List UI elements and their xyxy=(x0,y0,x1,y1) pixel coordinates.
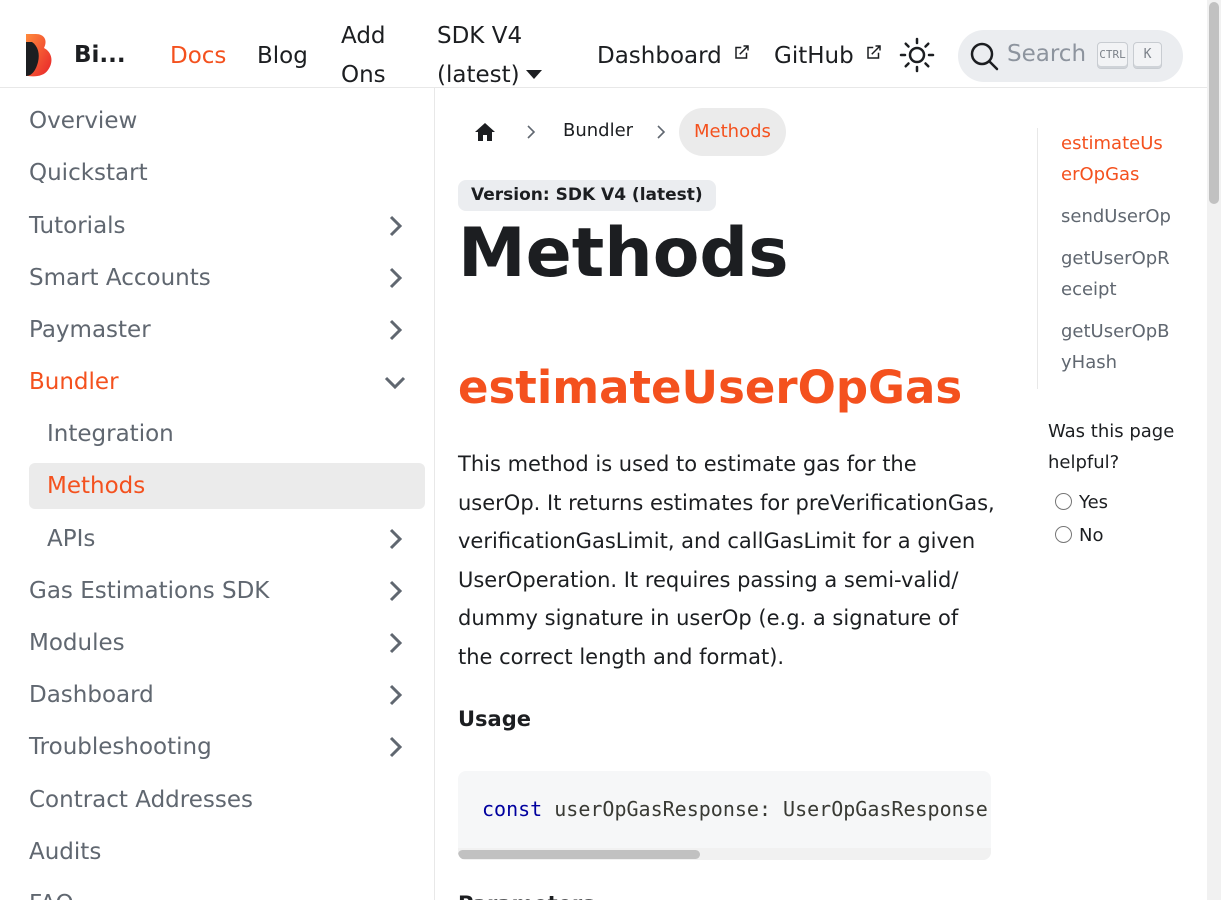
code-scrollbar[interactable] xyxy=(458,848,991,860)
sidebar-item-label: Audits xyxy=(29,839,102,865)
feedback-no-label: No xyxy=(1079,525,1104,546)
sidebar-item-label: Gas Estimations SDK xyxy=(29,578,270,604)
method-description: This method is used to estimate gas for … xyxy=(458,452,995,669)
toc-item-estimate-user-op-gas[interactable]: estimateUserOpGas xyxy=(1061,128,1171,190)
search-placeholder: Search xyxy=(1007,41,1087,67)
code-scrollbar-thumb[interactable] xyxy=(458,850,700,859)
sidebar-item-contract-addresses[interactable]: Contract Addresses xyxy=(29,777,425,823)
feedback-yes-label: Yes xyxy=(1079,492,1109,513)
code-keyword: const xyxy=(482,797,543,821)
caret-down-icon xyxy=(525,70,542,79)
chevron-right-icon[interactable] xyxy=(383,214,407,238)
ctrl-key: CTRL xyxy=(1097,42,1128,69)
sidebar-item-label: Tutorials xyxy=(29,213,126,239)
home-icon[interactable] xyxy=(474,122,496,142)
sidebar-item-paymaster[interactable]: Paymaster xyxy=(29,307,425,353)
chevron-right-icon xyxy=(527,125,536,139)
sidebar-item-label: Quickstart xyxy=(29,160,148,186)
chevron-down-icon[interactable] xyxy=(383,370,407,394)
sun-icon[interactable] xyxy=(899,37,935,73)
chevron-right-icon[interactable] xyxy=(383,527,407,551)
sidebar-item-audits[interactable]: Audits xyxy=(29,829,425,875)
nav-docs-link[interactable]: Docs xyxy=(170,37,226,76)
chevron-right-icon xyxy=(657,125,666,139)
sidebar-item-label: Overview xyxy=(29,108,138,134)
feedback-no-option[interactable]: No xyxy=(1055,525,1103,546)
k-key: K xyxy=(1133,42,1162,69)
chevron-right-icon[interactable] xyxy=(383,266,407,290)
sidebar-item-bundler[interactable]: Bundler xyxy=(29,359,425,405)
sidebar-item-modules[interactable]: Modules xyxy=(29,620,425,666)
breadcrumb-methods: Methods xyxy=(679,108,786,156)
nav-addons-link[interactable]: Add Ons xyxy=(341,17,386,95)
sidebar-item-label: Smart Accounts xyxy=(29,265,211,291)
sidebar-item-troubleshooting[interactable]: Troubleshooting xyxy=(29,724,425,770)
top-navbar: Bi... Docs Blog Add Ons SDK V4 (latest) … xyxy=(0,0,1207,88)
page-title: Methods xyxy=(458,214,789,293)
sidebar-item-label: Dashboard xyxy=(29,682,154,708)
radio-yes[interactable] xyxy=(1055,493,1072,510)
sidebar-item-smart-accounts[interactable]: Smart Accounts xyxy=(29,255,425,301)
brand-name[interactable]: Bi... xyxy=(74,42,126,68)
radio-no[interactable] xyxy=(1055,526,1072,543)
parameters-heading: Parameters xyxy=(458,892,595,900)
sidebar-item-quickstart[interactable]: Quickstart xyxy=(29,150,425,196)
biconomy-logo[interactable] xyxy=(22,32,54,78)
section-heading-estimate-user-op-gas[interactable]: estimateUserOpGas xyxy=(458,361,962,414)
sidebar-item-label: Methods xyxy=(47,473,146,499)
sidebar-item-label: Modules xyxy=(29,630,125,656)
external-link-icon xyxy=(735,45,749,59)
usage-heading: Usage xyxy=(458,707,531,731)
chevron-right-icon[interactable] xyxy=(383,318,407,342)
sidebar-item-integration[interactable]: Integration xyxy=(29,411,425,457)
code-line: const userOpGasResponse: UserOpGasRespon… xyxy=(482,797,991,821)
nav-blog-link[interactable]: Blog xyxy=(257,37,308,76)
external-link-icon xyxy=(867,45,881,59)
docs-sidebar: Overview Quickstart Tutorials Smart Acco… xyxy=(0,88,435,900)
chevron-right-icon[interactable] xyxy=(383,683,407,707)
version-line2: (latest) xyxy=(437,62,520,88)
sidebar-item-methods[interactable]: Methods xyxy=(29,463,425,509)
table-of-contents: estimateUserOpGas sendUserOp getUserOpRe… xyxy=(1037,128,1177,389)
code-block[interactable]: const userOpGasResponse: UserOpGasRespon… xyxy=(458,771,991,860)
sidebar-item-label: Paymaster xyxy=(29,317,151,343)
sidebar-item-label: Integration xyxy=(47,421,174,447)
sidebar-item-tutorials[interactable]: Tutorials xyxy=(29,203,425,249)
nav-dashboard-link[interactable]: Dashboard xyxy=(597,37,751,76)
sidebar-item-faq[interactable]: FAQ xyxy=(29,881,425,900)
toc-item-get-user-op-receipt[interactable]: getUserOpReceipt xyxy=(1061,243,1171,305)
sidebar-item-apis[interactable]: APIs xyxy=(29,516,425,562)
version-badge: Version: SDK V4 (latest) xyxy=(458,180,716,211)
toc-item-get-user-op-by-hash[interactable]: getUserOpByHash xyxy=(1061,316,1171,378)
nav-dashboard-label: Dashboard xyxy=(597,43,722,69)
nav-version-dropdown[interactable]: SDK V4 (latest) xyxy=(437,17,542,95)
nav-github-label: GitHub xyxy=(774,43,854,69)
page-scrollbar[interactable] xyxy=(1207,0,1221,900)
sidebar-item-label: Troubleshooting xyxy=(29,734,212,760)
search-icon xyxy=(970,42,999,71)
feedback-yes-option[interactable]: Yes xyxy=(1055,492,1108,513)
sidebar-item-label: APIs xyxy=(47,526,96,552)
nav-addons-line1: Add xyxy=(341,23,386,49)
nav-github-link[interactable]: GitHub xyxy=(774,37,883,76)
version-line1: SDK V4 xyxy=(437,23,523,49)
code-text: userOpGasResponse: UserOpGasResponse = a… xyxy=(554,797,991,821)
sidebar-item-gas-estimations-sdk[interactable]: Gas Estimations SDK xyxy=(29,568,425,614)
page-scrollbar-thumb[interactable] xyxy=(1209,2,1219,204)
sidebar-item-overview[interactable]: Overview xyxy=(29,98,425,144)
feedback-question: Was this page helpful? xyxy=(1048,421,1175,473)
breadcrumb-bundler[interactable]: Bundler xyxy=(563,120,633,141)
toc-item-send-user-op[interactable]: sendUserOp xyxy=(1061,201,1171,232)
sidebar-item-label: Bundler xyxy=(29,369,119,395)
sidebar-item-dashboard[interactable]: Dashboard xyxy=(29,672,425,718)
chevron-right-icon[interactable] xyxy=(383,631,407,655)
chevron-right-icon[interactable] xyxy=(383,735,407,759)
sidebar-item-label: FAQ xyxy=(29,891,74,900)
search-button[interactable]: Search CTRL K xyxy=(958,30,1183,82)
chevron-right-icon[interactable] xyxy=(383,579,407,603)
sidebar-item-label: Contract Addresses xyxy=(29,787,253,813)
